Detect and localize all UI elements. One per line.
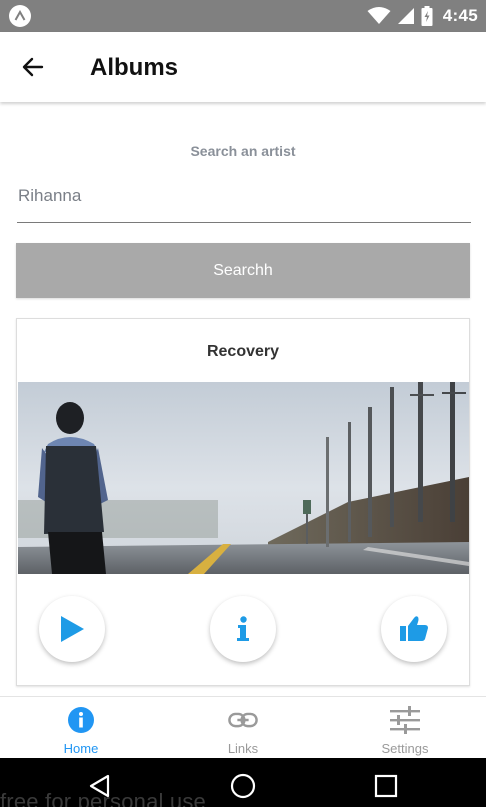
battery-icon [421, 6, 433, 26]
app-screen: 4:45 Albums Search an artist Searchh Rec… [0, 0, 486, 807]
cell-signal-icon [397, 8, 414, 24]
app-bar: Albums [0, 32, 486, 102]
home-circle-icon[interactable] [229, 772, 257, 800]
wifi-icon [367, 7, 391, 24]
info-icon [237, 616, 249, 641]
play-button[interactable] [39, 596, 105, 662]
nav-label-home: Home [63, 741, 99, 756]
status-indicators: 4:45 [367, 0, 478, 32]
like-button[interactable] [381, 596, 447, 662]
artist-search-input[interactable] [17, 178, 471, 223]
info-circle-icon [66, 705, 96, 735]
status-bar: 4:45 [0, 0, 486, 32]
search-label: Search an artist [190, 143, 296, 159]
album-cover-image [18, 382, 469, 574]
status-time: 4:45 [442, 6, 478, 25]
nav-item-links[interactable]: Links [162, 697, 324, 758]
thumbs-up-icon [400, 616, 428, 641]
sliders-icon [390, 705, 420, 735]
arrow-back-icon [22, 57, 44, 77]
link-icon [228, 705, 258, 735]
nav-label-settings: Settings [381, 741, 429, 756]
watermark-text: free for personal use [0, 789, 206, 807]
search-button[interactable]: Searchh [16, 243, 470, 298]
page-title: Albums [90, 54, 179, 81]
info-button[interactable] [210, 596, 276, 662]
nav-item-settings[interactable]: Settings [324, 697, 486, 758]
play-icon [61, 616, 84, 642]
nav-item-home[interactable]: Home [0, 697, 162, 758]
album-card: Recovery [16, 318, 470, 686]
app-logo-icon [9, 5, 31, 27]
nav-label-links: Links [227, 741, 259, 756]
back-button[interactable] [14, 48, 52, 86]
bottom-navigation: Home Links Settings [0, 696, 486, 758]
recents-square-icon[interactable] [372, 772, 400, 800]
album-title: Recovery [206, 343, 280, 360]
